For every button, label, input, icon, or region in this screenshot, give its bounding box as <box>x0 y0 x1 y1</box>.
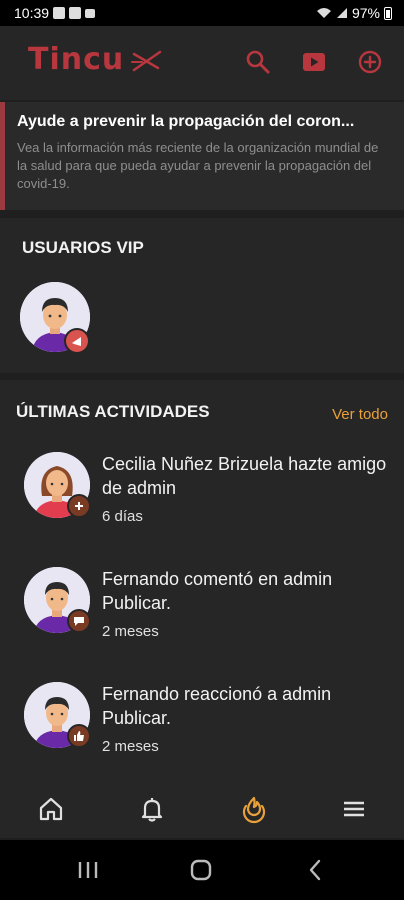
latest-activities-section: ÚLTIMAS ACTIVIDADES Ver todo Cecilia Nuñ… <box>0 380 404 780</box>
activities-section-title: ÚLTIMAS ACTIVIDADES <box>16 402 210 421</box>
voicemail-icon <box>85 8 96 18</box>
activity-item[interactable]: Cecilia Nuñez Brizuela hazte amigo de ad… <box>0 452 404 552</box>
home-icon[interactable] <box>36 794 66 824</box>
reaction-icon <box>67 724 91 748</box>
wifi-icon <box>316 8 331 18</box>
system-navigation-bar <box>0 840 404 900</box>
comment-icon <box>67 609 91 633</box>
notice-body: Vea la información más reciente de la or… <box>17 140 379 191</box>
status-left: 10:39 <box>14 5 96 21</box>
youtube-icon[interactable] <box>300 48 328 76</box>
menu-icon[interactable] <box>339 794 369 824</box>
vip-section-title: USUARIOS VIP <box>22 238 144 257</box>
image-notification-icon <box>53 7 66 19</box>
home-button-icon[interactable] <box>189 858 213 882</box>
bottom-navigation <box>0 780 404 838</box>
bell-icon[interactable] <box>137 794 167 824</box>
activity-item[interactable]: Fernando reaccionó a admin Publicar. 2 m… <box>0 682 404 782</box>
thumbs-up-icon <box>74 731 84 741</box>
search-icon[interactable] <box>244 48 272 76</box>
recent-apps-icon[interactable] <box>76 858 100 882</box>
status-bar: 10:39 97% <box>0 0 404 26</box>
activity-text: Cecilia Nuñez Brizuela hazte amigo de ad… <box>102 454 387 498</box>
vip-users-section: USUARIOS VIP <box>0 218 404 373</box>
activity-time: 2 meses <box>102 623 159 640</box>
activity-time: 6 días <box>102 508 143 525</box>
app-logo[interactable]: Tincu <box>28 42 124 77</box>
notice-title: Ayude a prevenir la propagación del coro… <box>17 113 355 130</box>
activity-item[interactable]: Fernando comentó en admin Publicar. 2 me… <box>0 567 404 667</box>
battery-percent: 97% <box>351 5 380 21</box>
activity-text: Fernando comentó en admin Publicar. <box>102 569 333 613</box>
vip-badge <box>64 328 90 354</box>
scissors-icon <box>131 50 162 72</box>
back-button-icon[interactable] <box>304 858 328 882</box>
battery-icon <box>384 6 392 20</box>
speech-bubble-icon <box>74 617 84 626</box>
view-all-link[interactable]: Ver todo <box>332 406 388 423</box>
add-circle-icon[interactable] <box>356 48 384 76</box>
activity-text: Fernando reaccionó a admin Publicar. <box>102 684 332 728</box>
status-right: 97% <box>316 5 392 21</box>
covid-notice-banner[interactable]: Ayude a prevenir la propagación del coro… <box>0 102 404 210</box>
mail-notification-icon <box>69 7 82 19</box>
activity-time: 2 meses <box>102 738 159 755</box>
add-friend-icon <box>67 494 91 518</box>
megaphone-icon <box>72 337 81 346</box>
app-bar: Tincu <box>0 26 404 100</box>
status-time: 10:39 <box>14 5 50 21</box>
plus-icon <box>75 502 83 510</box>
activity-icon[interactable] <box>239 794 269 824</box>
signal-icon <box>336 8 347 18</box>
